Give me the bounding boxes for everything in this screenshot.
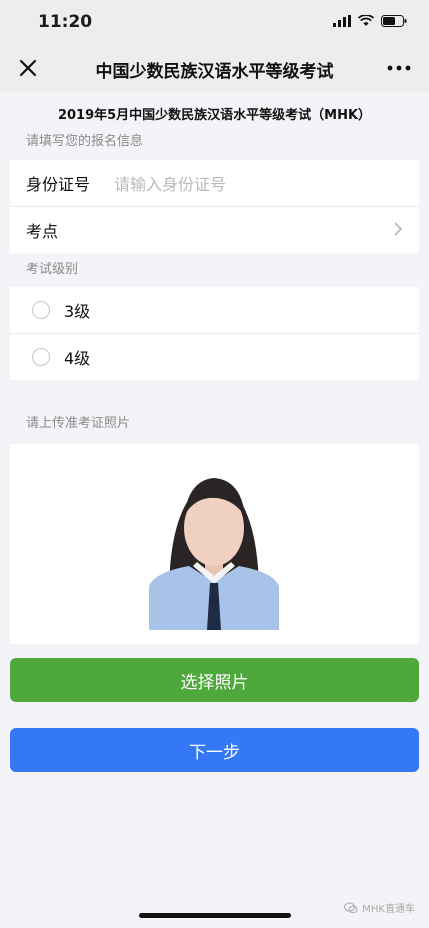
exam-title: 2019年5月中国少数民族汉语水平等级考试（MHK） (57, 108, 372, 123)
status-time: 11:20 (38, 12, 93, 32)
signal-icon (333, 15, 351, 27)
id-photo-preview (149, 456, 279, 630)
level-card: 3级 4级 (10, 287, 419, 380)
photo-upload-area[interactable] (10, 444, 419, 644)
id-number-input[interactable]: 请输入身份证号 (114, 171, 403, 195)
info-card: 身份证号 请输入身份证号 考点 (10, 160, 419, 253)
form-content: 2019年5月中国少数民族汉语水平等级考试（MHK） 请填写您的报名信息 身份证… (0, 92, 429, 772)
photo-section-label: 请上传准考证照片 (26, 416, 131, 431)
info-section-label: 请填写您的报名信息 (26, 134, 144, 149)
watermark: MHK直通车 (344, 900, 415, 915)
venue-label: 考点 (26, 222, 59, 241)
id-number-row[interactable]: 身份证号 请输入身份证号 (10, 160, 419, 207)
status-bar: 11:20 (0, 0, 429, 44)
level-option-label: 3级 (64, 302, 91, 321)
level-section-label: 考试级别 (26, 262, 79, 277)
home-indicator (139, 913, 291, 918)
nav-bar: 中国少数民族汉语水平等级考试 (0, 44, 429, 92)
choose-photo-button[interactable]: 选择照片 (10, 658, 419, 702)
level-option-label: 4级 (64, 349, 91, 368)
wifi-icon (358, 15, 374, 26)
level-option-4[interactable]: 4级 (10, 334, 419, 380)
chevron-right-icon (393, 220, 403, 241)
venue-row[interactable]: 考点 (10, 207, 419, 253)
close-icon[interactable] (16, 56, 40, 80)
radio-button[interactable] (32, 348, 50, 366)
more-icon[interactable] (385, 56, 413, 80)
next-step-button[interactable]: 下一步 (10, 728, 419, 772)
status-icons (333, 15, 407, 27)
wechat-icon (344, 902, 358, 913)
battery-icon (381, 15, 407, 27)
level-option-3[interactable]: 3级 (10, 287, 419, 334)
page-title: 中国少数民族汉语水平等级考试 (95, 62, 334, 82)
watermark-text: MHK直通车 (362, 904, 415, 915)
radio-button[interactable] (32, 301, 50, 319)
id-number-label: 身份证号 (26, 175, 91, 194)
